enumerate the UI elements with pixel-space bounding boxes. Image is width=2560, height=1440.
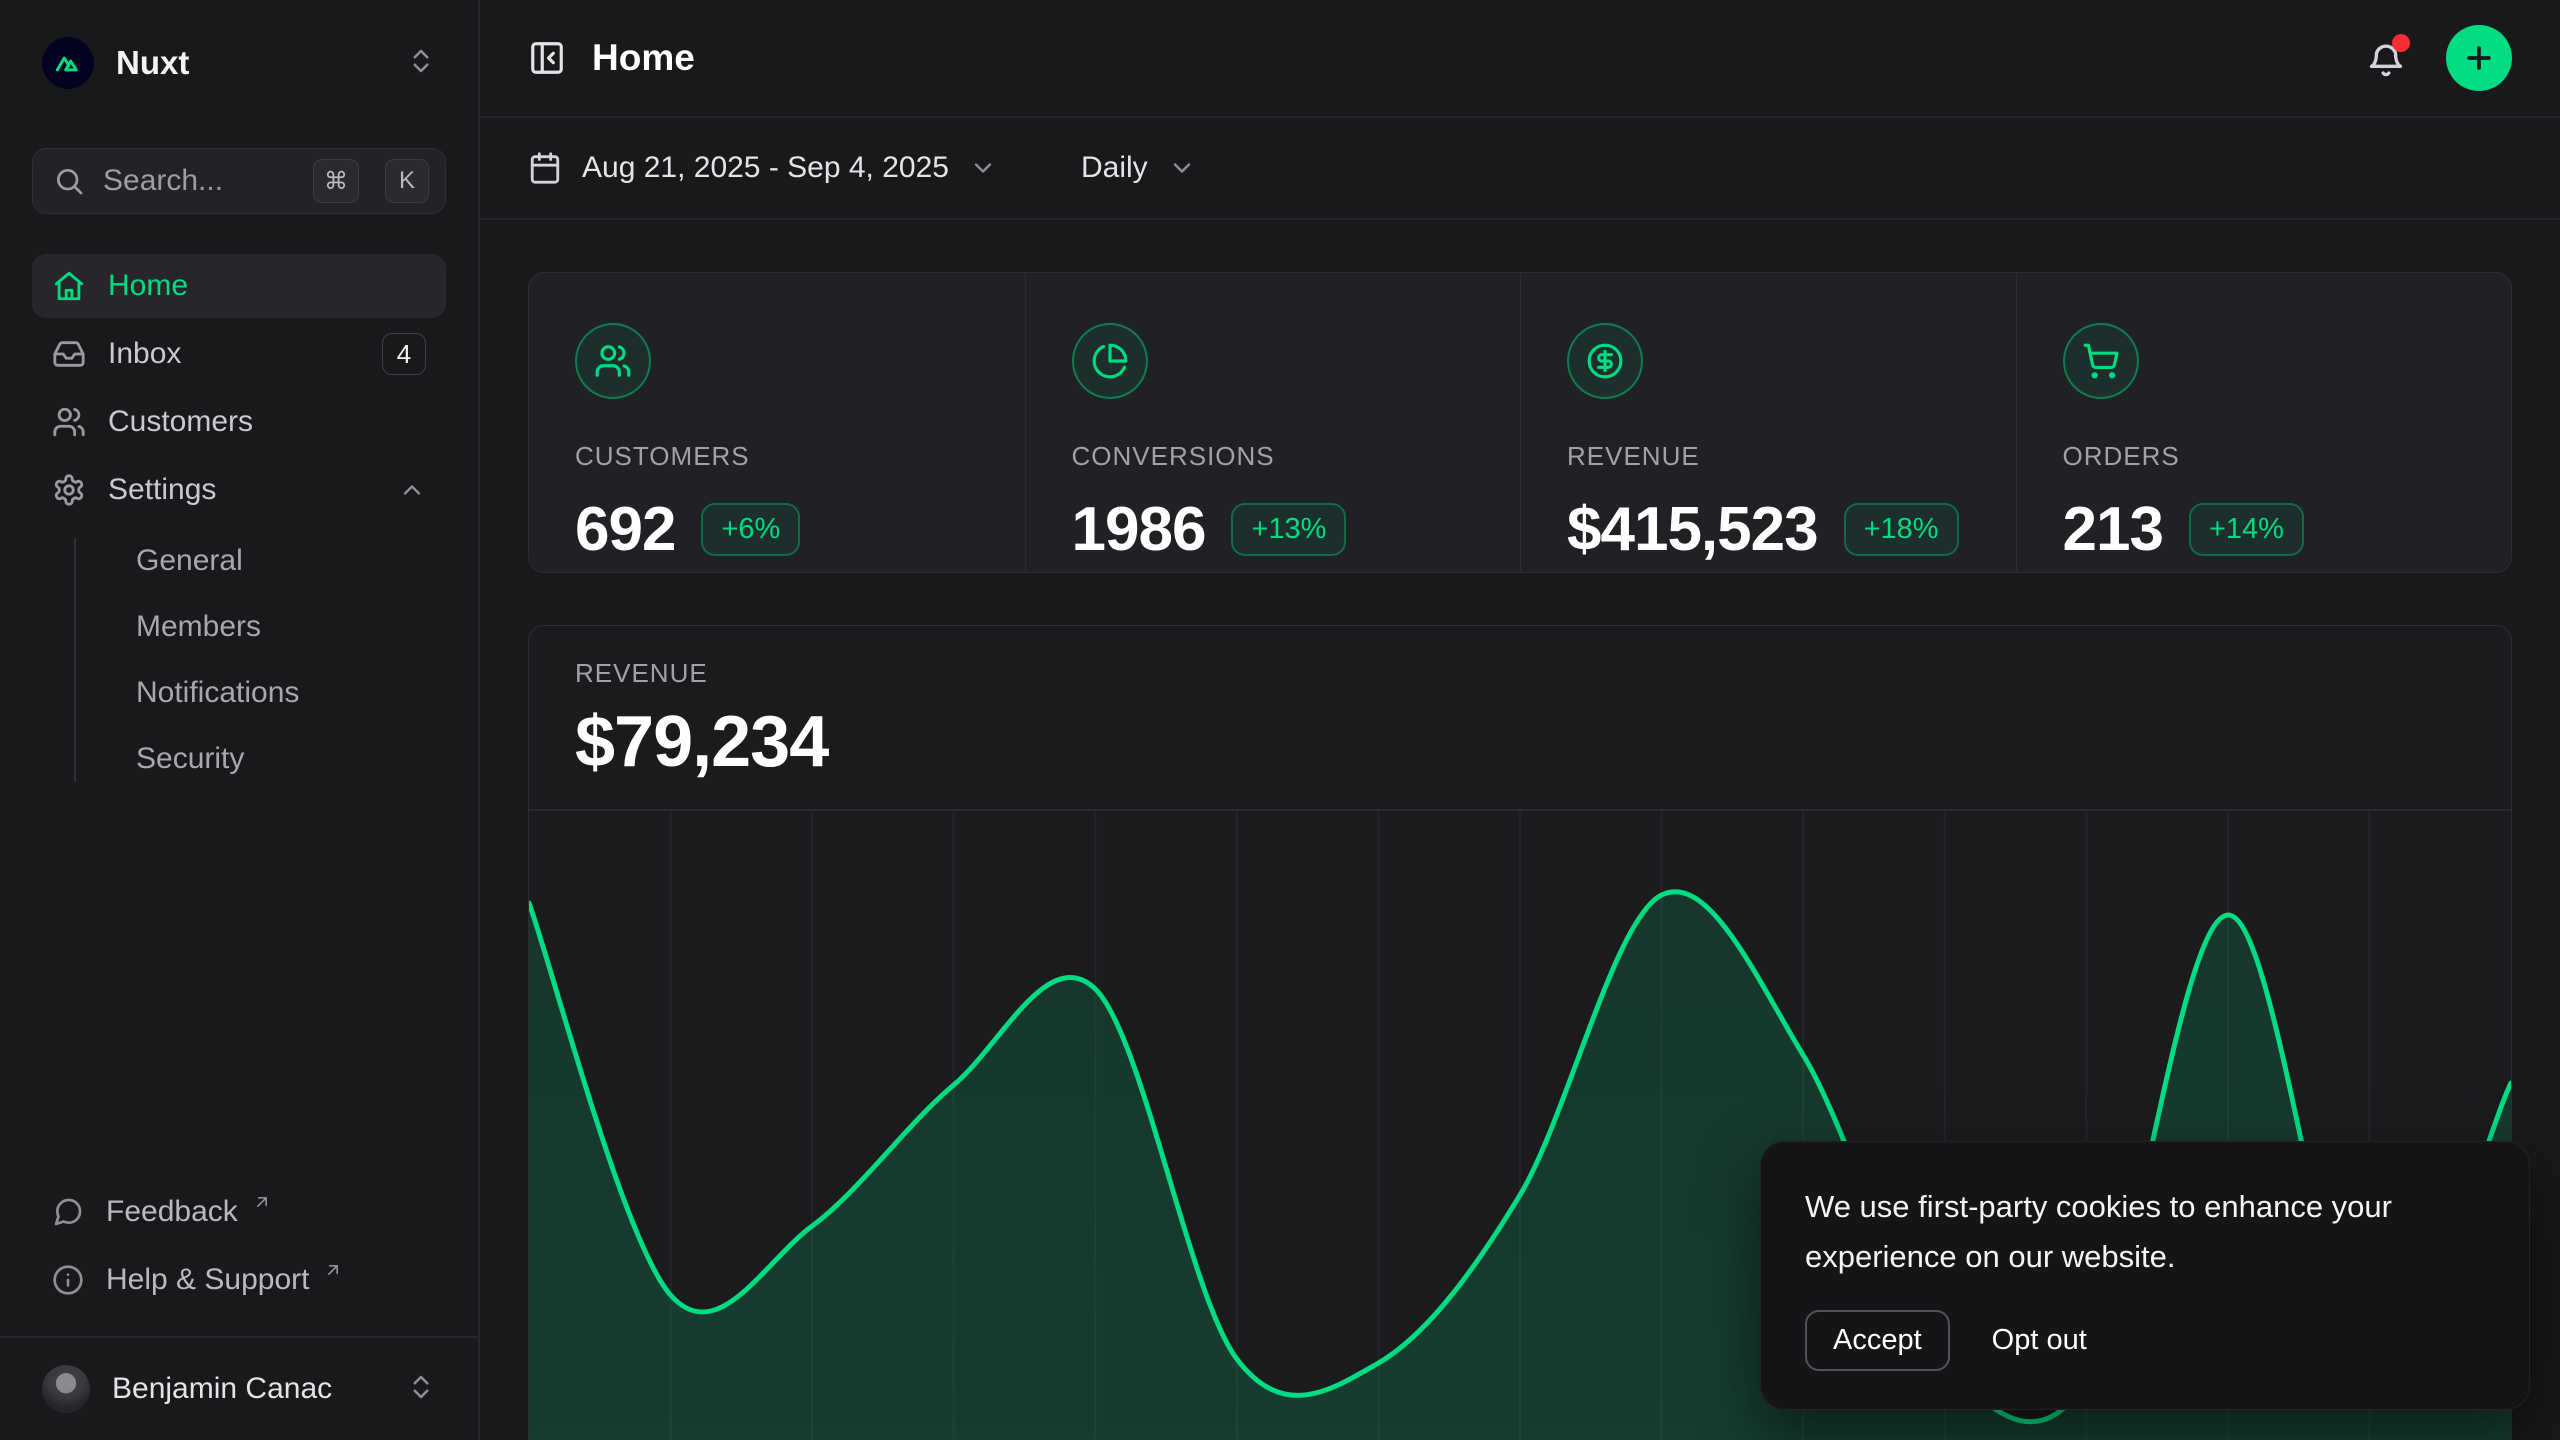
page-title: Home	[592, 37, 695, 79]
granularity-select[interactable]: Daily	[1081, 151, 1196, 185]
dollar-circle-icon	[1567, 323, 1643, 399]
date-range-label: Aug 21, 2025 - Sep 4, 2025	[582, 151, 949, 185]
stat-label: CUSTOMERS	[575, 441, 1025, 472]
revenue-chart-header: REVENUE $79,234	[529, 626, 2511, 809]
stat-card-orders[interactable]: ORDERS 213 +14%	[2016, 273, 2512, 572]
pie-chart-icon	[1072, 323, 1148, 399]
stat-value: 213	[2063, 494, 2163, 565]
sidebar-subitem-security[interactable]: Security	[116, 728, 446, 790]
calendar-icon	[528, 151, 562, 185]
stat-value: 692	[575, 494, 675, 565]
revenue-chart-value: $79,234	[575, 701, 2511, 783]
inbox-count-badge: 4	[382, 333, 426, 375]
search-placeholder: Search...	[103, 164, 295, 198]
opt-out-button[interactable]: Opt out	[1992, 1312, 2087, 1369]
shopping-cart-icon	[2063, 323, 2139, 399]
user-name: Benjamin Canac	[112, 1372, 384, 1406]
kbd-cmd: ⌘	[313, 159, 359, 203]
stats-row: CUSTOMERS 692 +6% CONVERSIONS 1986 +13%	[528, 272, 2512, 573]
sidebar-subitem-members[interactable]: Members	[116, 596, 446, 658]
info-circle-icon	[52, 1264, 84, 1296]
stat-card-conversions[interactable]: CONVERSIONS 1986 +13%	[1025, 273, 1521, 572]
cookie-message: We use first-party cookies to enhance yo…	[1805, 1182, 2425, 1282]
gear-icon	[52, 473, 86, 507]
stat-delta-badge: +18%	[1844, 503, 1959, 556]
stat-label: CONVERSIONS	[1072, 441, 1521, 472]
sidebar-item-label: Customers	[108, 405, 426, 439]
sidebar-footer-links: Feedback Help & Support	[32, 1182, 446, 1336]
stat-delta-badge: +6%	[701, 503, 800, 556]
sidebar-subitem-general[interactable]: General	[116, 530, 446, 592]
stat-label: ORDERS	[2063, 441, 2512, 472]
nuxt-logo-icon	[42, 37, 94, 89]
settings-subnav: General Members Notifications Security	[32, 530, 446, 790]
user-menu[interactable]: Benjamin Canac	[32, 1352, 446, 1426]
sidebar-item-settings[interactable]: Settings	[32, 458, 446, 522]
notifications-button[interactable]	[2366, 38, 2406, 78]
date-range-picker[interactable]: Aug 21, 2025 - Sep 4, 2025	[528, 151, 997, 185]
search-icon	[53, 165, 85, 197]
granularity-label: Daily	[1081, 151, 1148, 185]
sidebar-item-home[interactable]: Home	[32, 254, 446, 318]
user-avatar	[42, 1365, 90, 1413]
stat-card-revenue[interactable]: REVENUE $415,523 +18%	[1520, 273, 2016, 572]
stat-card-customers[interactable]: CUSTOMERS 692 +6%	[529, 273, 1025, 572]
external-link-icon	[323, 1260, 343, 1280]
sidebar-item-label: Settings	[108, 473, 376, 507]
chevrons-up-down-icon	[406, 46, 436, 81]
chevrons-up-down-icon	[406, 1372, 436, 1407]
sidebar-subitem-notifications[interactable]: Notifications	[116, 662, 446, 724]
sidebar-item-label: Home	[108, 269, 426, 303]
home-icon	[52, 269, 86, 303]
collapse-sidebar-icon[interactable]	[528, 39, 566, 77]
accept-button[interactable]: Accept	[1805, 1310, 1950, 1371]
workspace-name: Nuxt	[116, 44, 384, 82]
add-button[interactable]	[2446, 25, 2512, 91]
revenue-chart-label: REVENUE	[575, 658, 2511, 689]
users-icon	[575, 323, 651, 399]
stat-value: 1986	[1072, 494, 1206, 565]
stat-value: $415,523	[1567, 494, 1818, 565]
search-input[interactable]: Search... ⌘ K	[32, 148, 446, 214]
workspace-switcher[interactable]: Nuxt	[32, 30, 446, 96]
chevron-down-icon	[1168, 154, 1196, 182]
cookie-banner: We use first-party cookies to enhance yo…	[1760, 1141, 2530, 1410]
filters-toolbar: Aug 21, 2025 - Sep 4, 2025 Daily	[480, 118, 2560, 220]
chevron-up-icon	[398, 476, 426, 504]
help-support-link[interactable]: Help & Support	[32, 1250, 446, 1310]
chevron-down-icon	[969, 154, 997, 182]
stat-label: REVENUE	[1567, 441, 2016, 472]
users-icon	[52, 405, 86, 439]
feedback-link[interactable]: Feedback	[32, 1182, 446, 1242]
plus-icon	[2462, 41, 2496, 75]
page-header: Home	[480, 0, 2560, 118]
kbd-k: K	[385, 159, 429, 203]
external-link-icon	[252, 1192, 272, 1212]
sidebar: Nuxt Search... ⌘ K Home	[0, 0, 480, 1440]
sidebar-item-label: Inbox	[108, 337, 360, 371]
dashboard-root: Nuxt Search... ⌘ K Home	[0, 0, 2560, 1440]
feedback-label: Feedback	[106, 1195, 238, 1229]
help-support-label: Help & Support	[106, 1263, 309, 1297]
notification-dot	[2392, 34, 2410, 52]
sidebar-nav: Home Inbox 4 Customers Settings	[32, 254, 446, 790]
inbox-icon	[52, 337, 86, 371]
stat-delta-badge: +13%	[1231, 503, 1346, 556]
sidebar-user-section: Benjamin Canac	[0, 1336, 478, 1440]
sidebar-spacer	[32, 790, 446, 1182]
chat-bubble-icon	[52, 1196, 84, 1228]
sidebar-item-customers[interactable]: Customers	[32, 390, 446, 454]
sidebar-item-inbox[interactable]: Inbox 4	[32, 322, 446, 386]
stat-delta-badge: +14%	[2189, 503, 2304, 556]
